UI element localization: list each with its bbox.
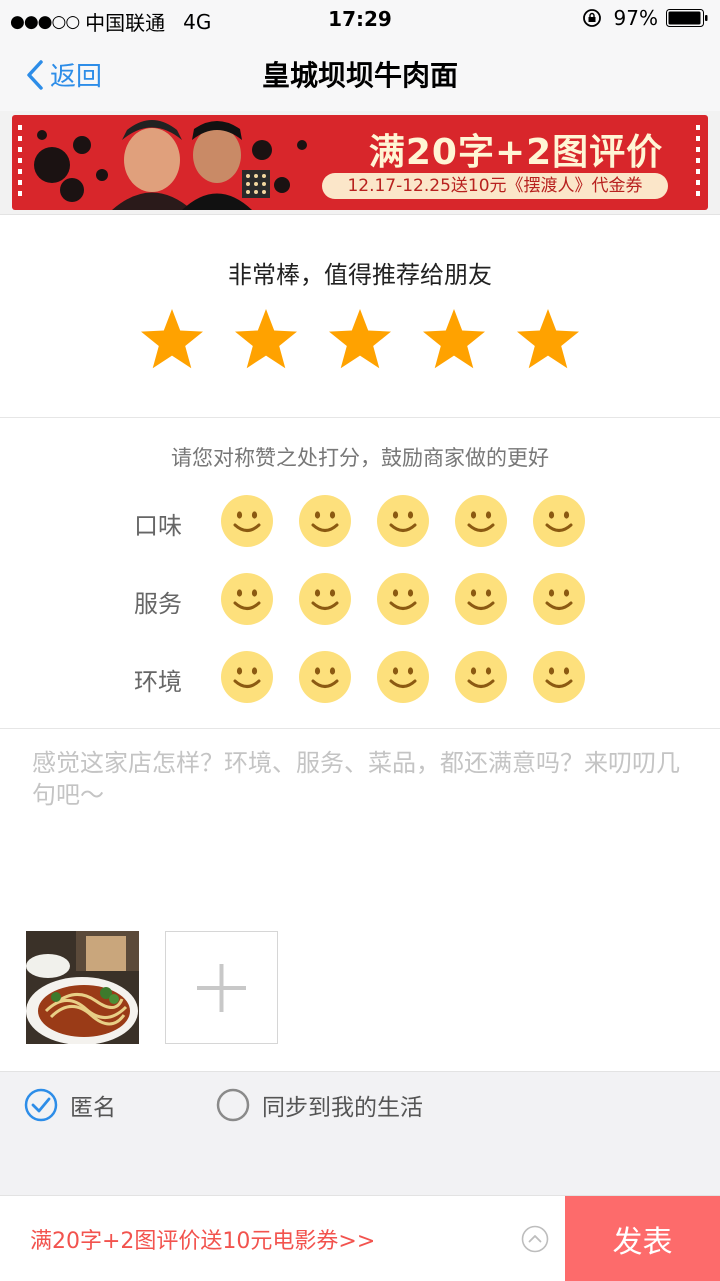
options-section: 匿名 同步到我的生活 — [0, 1071, 720, 1196]
page-title: 皇城坝坝牛肉面 — [261, 59, 458, 92]
sub-rating-row-service: 服务 — [0, 572, 720, 628]
smiley-face-icon[interactable] — [220, 650, 274, 704]
smiley-face-icon[interactable] — [220, 494, 274, 548]
banner-perforation-right — [696, 125, 700, 200]
smiley-face-icon[interactable] — [454, 494, 508, 548]
promo-link[interactable]: 满20字+2图评价送10元电影券>> — [30, 1223, 375, 1255]
overall-rating-section: 非常棒，值得推荐给朋友 — [0, 215, 720, 418]
star-icon[interactable] — [514, 307, 582, 375]
add-photo-button[interactable] — [165, 931, 278, 1044]
sub-rating-hint: 请您对称赞之处打分，鼓励商家做的更好 — [171, 446, 549, 470]
face-rating — [220, 572, 586, 626]
face-rating — [220, 650, 586, 704]
comment-input[interactable] — [30, 745, 684, 919]
submit-button[interactable]: 发表 — [565, 1196, 720, 1281]
star-rating — [138, 307, 582, 375]
smiley-face-icon[interactable] — [454, 572, 508, 626]
smiley-face-icon[interactable] — [376, 572, 430, 626]
banner-container: 满20字+2图评价 12.17-12.25送10元《摆渡人》代金券 — [0, 111, 720, 215]
empty-circle-icon — [216, 1088, 250, 1122]
face-rating — [220, 494, 586, 548]
chevron-up-circle-icon[interactable] — [520, 1224, 550, 1254]
bottom-bar: 满20字+2图评价送10元电影券>> 发表 — [0, 1195, 720, 1281]
banner-movie-art — [34, 120, 307, 210]
sub-rating-label: 环境 — [134, 668, 182, 696]
sub-rating-row-taste: 口味 — [0, 494, 720, 550]
sync-life-checkbox[interactable]: 同步到我的生活 — [216, 1088, 423, 1122]
plus-icon — [197, 964, 246, 1012]
rotation-lock-icon — [582, 9, 601, 27]
sync-life-label: 同步到我的生活 — [262, 1095, 423, 1121]
rating-description: 非常棒，值得推荐给朋友 — [228, 261, 492, 289]
sub-rating-row-environment: 环境 — [0, 650, 720, 706]
uploaded-photo[interactable] — [26, 931, 139, 1044]
smiley-face-icon[interactable] — [298, 494, 352, 548]
sub-rating-label: 服务 — [134, 590, 182, 618]
sub-rating-label: 口味 — [134, 512, 182, 540]
star-icon[interactable] — [420, 307, 488, 375]
check-circle-icon — [24, 1088, 58, 1122]
smiley-face-icon[interactable] — [532, 494, 586, 548]
star-icon[interactable] — [326, 307, 394, 375]
status-bar: ●●●○○ 中国联通 4G 17:29 97% — [0, 0, 720, 38]
noodle-photo-image — [26, 931, 139, 1044]
smiley-face-icon[interactable] — [298, 650, 352, 704]
smiley-face-icon[interactable] — [376, 650, 430, 704]
smiley-face-icon[interactable] — [532, 650, 586, 704]
sub-rating-section: 请您对称赞之处打分，鼓励商家做的更好 口味 服务 环境 — [0, 418, 720, 729]
anonymous-checkbox[interactable]: 匿名 — [24, 1088, 116, 1122]
promo-banner[interactable]: 满20字+2图评价 12.17-12.25送10元《摆渡人》代金券 — [12, 115, 708, 210]
battery-icon — [666, 9, 708, 27]
star-icon[interactable] — [138, 307, 206, 375]
banner-title: 满20字+2图评价 — [368, 132, 664, 173]
anonymous-label: 匿名 — [70, 1095, 116, 1121]
battery-percent: 97% — [613, 6, 658, 30]
smiley-face-icon[interactable] — [454, 650, 508, 704]
banner-subtitle: 12.17-12.25送10元《摆渡人》代金券 — [322, 173, 668, 199]
star-icon[interactable] — [232, 307, 300, 375]
smiley-face-icon[interactable] — [298, 572, 352, 626]
smiley-face-icon[interactable] — [376, 494, 430, 548]
nav-bar: 返回 皇城坝坝牛肉面 — [0, 38, 720, 112]
smiley-face-icon[interactable] — [220, 572, 274, 626]
smiley-face-icon[interactable] — [532, 572, 586, 626]
